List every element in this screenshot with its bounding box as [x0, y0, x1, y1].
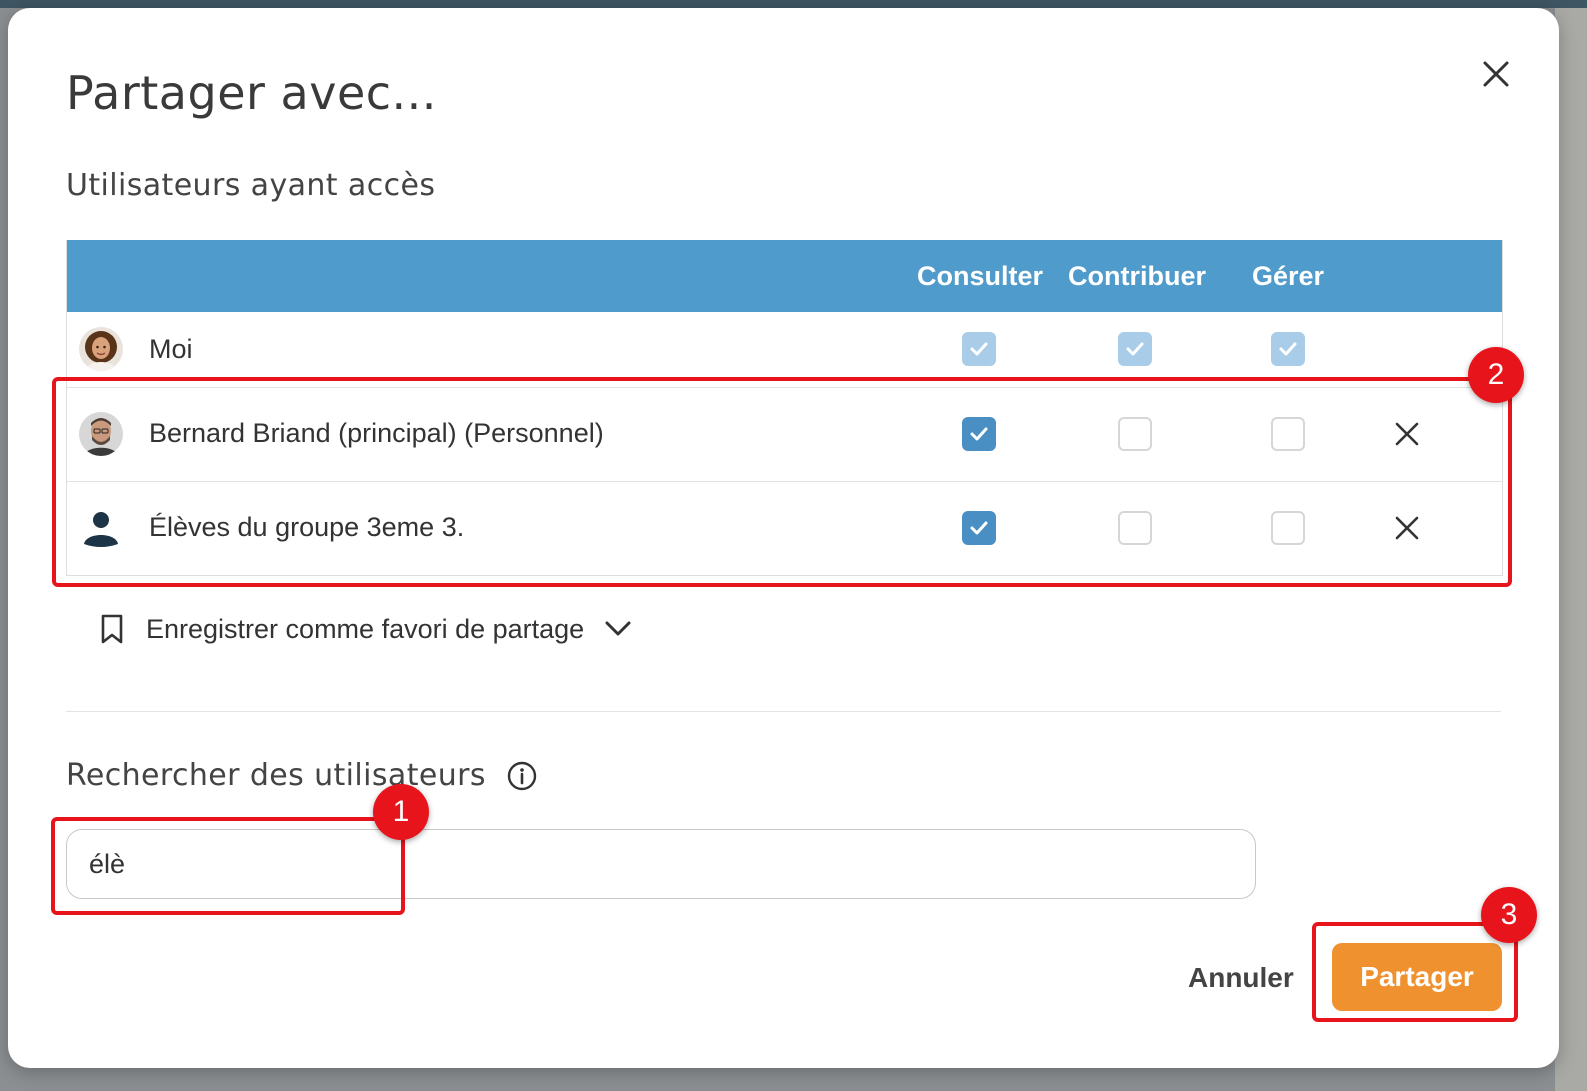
- close-button[interactable]: [1478, 56, 1514, 92]
- checkbox-gerer: [1271, 332, 1305, 366]
- dialog-title: Partager avec...: [66, 66, 437, 120]
- avatar: [79, 327, 123, 371]
- bookmark-icon: [101, 614, 123, 644]
- search-section-header: Rechercher des utilisateurs: [66, 758, 538, 793]
- woman-avatar-icon: [79, 327, 123, 371]
- annotation-badge-1: 1: [373, 784, 429, 840]
- chevron-down-icon: [605, 621, 631, 636]
- background-top-strip: [0, 0, 1587, 8]
- user-name: Moi: [149, 334, 193, 364]
- checkbox-contribuer: [1118, 332, 1152, 366]
- table-header: Consulter Contribuer Gérer: [67, 240, 1502, 312]
- check-icon: [970, 342, 988, 356]
- access-section-title: Utilisateurs ayant accès: [66, 168, 436, 203]
- section-divider: [66, 711, 1501, 712]
- annotation-highlight-2: [52, 377, 1512, 587]
- check-icon: [1126, 342, 1144, 356]
- background-page-edge: [1555, 8, 1587, 1091]
- check-icon: [1279, 342, 1297, 356]
- info-icon[interactable]: [506, 760, 538, 792]
- annotation-highlight-1: [51, 817, 405, 915]
- annotation-badge-3: 3: [1481, 887, 1537, 943]
- close-icon: [1483, 61, 1509, 87]
- column-header-consulter: Consulter: [916, 261, 1043, 291]
- column-header-contribuer: Contribuer: [1068, 261, 1206, 291]
- save-favorite-toggle[interactable]: Enregistrer comme favori de partage: [98, 613, 632, 645]
- save-favorite-label: Enregistrer comme favori de partage: [146, 613, 585, 644]
- column-header-gerer: Gérer: [1251, 261, 1325, 291]
- cancel-button[interactable]: Annuler: [1178, 953, 1304, 1003]
- annotation-highlight-3: [1312, 922, 1518, 1022]
- annotation-badge-2: 2: [1468, 347, 1524, 403]
- checkbox-consulter: [962, 332, 996, 366]
- search-section-title: Rechercher des utilisateurs: [66, 758, 486, 793]
